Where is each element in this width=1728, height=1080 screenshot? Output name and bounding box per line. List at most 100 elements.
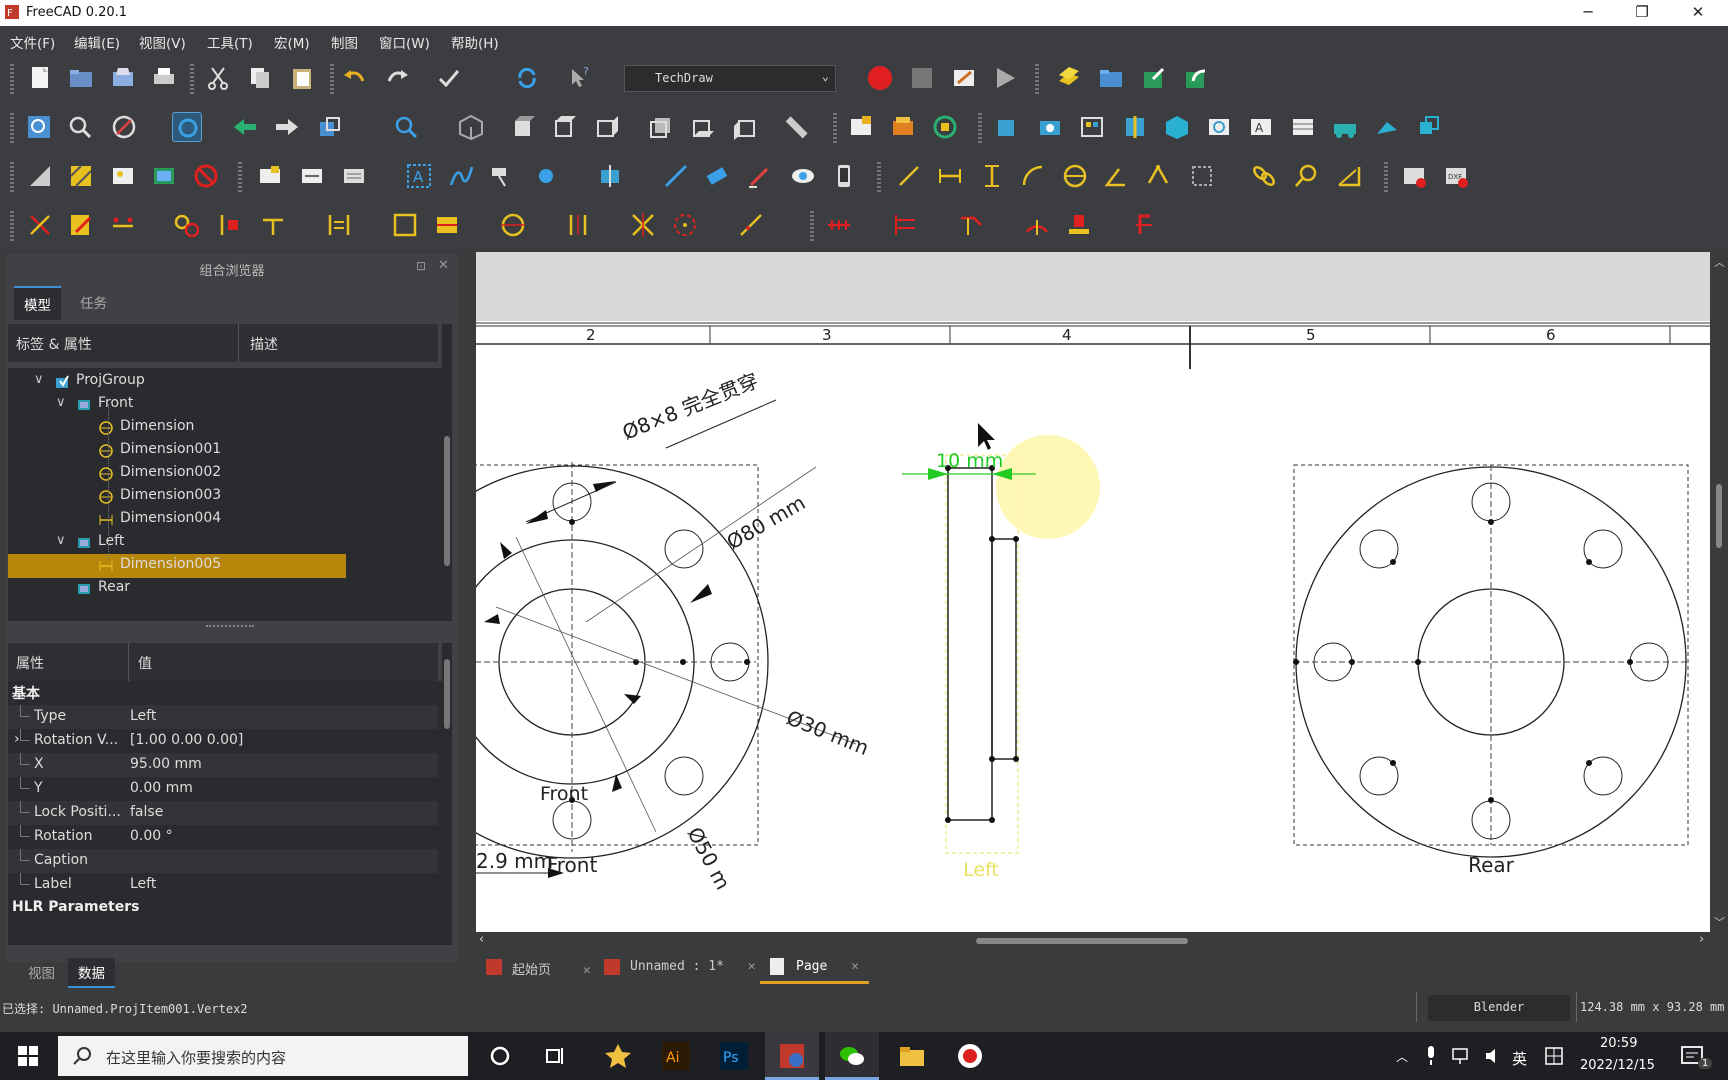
vertical-dimension-icon[interactable] — [977, 161, 1007, 191]
property-value[interactable]: Left — [130, 708, 156, 724]
close-tab-icon[interactable]: ✕ — [851, 959, 859, 974]
face-center-icon[interactable] — [214, 210, 244, 240]
tree-item[interactable]: Dimension005 — [8, 554, 346, 578]
new-page-icon[interactable] — [846, 112, 876, 142]
line-icon[interactable] — [661, 161, 691, 191]
export-icon[interactable] — [1139, 63, 1169, 93]
app-star-icon[interactable] — [604, 1042, 632, 1070]
drawing-canvas[interactable]: 2 3 4 5 6 Front Ø8×8 完全贯穿 Ø80 mm Ø30 mm … — [476, 252, 1710, 932]
menu-help[interactable]: 帮助(H) — [451, 32, 499, 52]
taskbar-active-app[interactable] — [765, 1032, 819, 1080]
link-view-icon[interactable] — [315, 112, 345, 142]
spline-icon[interactable] — [446, 161, 476, 191]
tab-view[interactable]: 视图 — [18, 958, 65, 986]
tab-unnamed-document[interactable]: Unnamed : 1* ✕ — [594, 950, 766, 984]
isometric-view-icon[interactable] — [456, 112, 486, 142]
menu-macro[interactable]: 宏(M) — [274, 32, 310, 52]
toolbar-grip[interactable] — [330, 64, 334, 94]
share-export-icon[interactable] — [1181, 63, 1211, 93]
expand-toggle-icon[interactable]: ∨ — [34, 372, 44, 387]
toolbar-grip[interactable] — [1384, 162, 1388, 192]
menu-window[interactable]: 窗口(W) — [379, 32, 430, 52]
bounding-box-icon[interactable] — [172, 112, 202, 142]
tree-scrollbar[interactable] — [442, 324, 452, 621]
chain-dimension-icon[interactable] — [824, 210, 854, 240]
open-folder-icon[interactable] — [66, 63, 96, 93]
tree-item[interactable]: Dimension004 — [8, 508, 438, 532]
link-dimension-icon[interactable] — [1249, 161, 1279, 191]
folder-open-icon[interactable] — [1096, 63, 1126, 93]
property-scroll-thumb[interactable] — [444, 659, 450, 729]
arc-length-icon[interactable] — [1022, 210, 1052, 240]
tree-item[interactable]: Rear — [8, 577, 438, 601]
scroll-right-icon[interactable]: › — [1699, 932, 1704, 947]
d80-dimension-label[interactable]: Ø80 mm — [723, 490, 810, 554]
splitter-handle[interactable] — [206, 625, 254, 629]
rich-text-icon[interactable] — [339, 161, 369, 191]
tab-start-page[interactable]: 起始页 ✕ — [476, 950, 601, 984]
expand-toggle-icon[interactable]: ∨ — [56, 533, 66, 548]
property-row[interactable]: X 95.00 mm — [8, 753, 438, 777]
geometric-hatch-icon[interactable] — [66, 161, 96, 191]
length-dimension-icon[interactable] — [894, 161, 924, 191]
menu-drawing[interactable]: 制图 — [331, 32, 358, 52]
expand-toggle-icon[interactable]: ∨ — [56, 395, 66, 410]
scroll-left-icon[interactable]: ‹ — [479, 932, 484, 947]
scroll-up-icon[interactable]: ︿ — [1714, 254, 1725, 270]
horizontal-scroll-thumb[interactable] — [976, 938, 1188, 944]
leader-line-icon[interactable] — [297, 161, 327, 191]
menu-file[interactable]: 文件(F) — [10, 32, 55, 52]
close-icon[interactable]: ✕ — [438, 258, 449, 273]
eraser-icon[interactable] — [702, 161, 732, 191]
export-svg-icon[interactable] — [1399, 161, 1429, 191]
draft-view-icon[interactable]: A — [1246, 112, 1276, 142]
tray-expand-icon[interactable]: ︿ — [1396, 1048, 1408, 1065]
cosmetic-vertex-icon[interactable] — [25, 210, 55, 240]
stamp-icon[interactable] — [1064, 210, 1094, 240]
extent-dimension-icon[interactable] — [1187, 161, 1217, 191]
diagonal-line-icon[interactable] — [736, 210, 766, 240]
detail-view-icon[interactable] — [1204, 112, 1234, 142]
property-row[interactable]: Rotation 0.00 ° — [8, 825, 438, 849]
star-vertex-icon[interactable] — [628, 210, 658, 240]
whats-this-icon[interactable]: ? — [564, 63, 594, 93]
rear-view-icon[interactable] — [646, 112, 676, 142]
midpoint-icon[interactable] — [108, 210, 138, 240]
top-view-icon[interactable] — [550, 112, 580, 142]
clock-time[interactable]: 20:59 — [1600, 1036, 1637, 1051]
redraw-page-icon[interactable] — [930, 112, 960, 142]
tab-model[interactable]: 模型 — [14, 286, 61, 320]
horizontal-scrollbar[interactable]: ‹ › — [476, 932, 1728, 950]
hatch-icon[interactable] — [25, 161, 55, 191]
annotation-icon[interactable] — [255, 161, 285, 191]
balloon-icon[interactable] — [531, 161, 561, 191]
new-template-page-icon[interactable] — [888, 112, 918, 142]
network-icon[interactable] — [1452, 1046, 1472, 1066]
property-scrollbar[interactable] — [442, 643, 452, 945]
tree-item[interactable]: Dimension001 — [8, 439, 438, 463]
vertical-scrollbar[interactable]: ︿ ﹀ — [1710, 252, 1728, 932]
table-insert-icon[interactable] — [432, 210, 462, 240]
float-icon[interactable]: ⊡ — [416, 259, 426, 273]
paste-icon[interactable] — [287, 63, 317, 93]
workbench-select[interactable]: TechDraw ⌄ — [624, 65, 836, 92]
rear-view[interactable]: Rear — [1293, 464, 1689, 877]
toolbar-grip[interactable] — [190, 64, 194, 94]
projection-group-icon[interactable] — [1077, 112, 1107, 142]
tree-scroll-thumb[interactable] — [444, 436, 450, 566]
property-value[interactable]: 95.00 mm — [130, 756, 202, 772]
clock-date[interactable]: 2022/12/15 — [1580, 1058, 1655, 1073]
page-insert-icon[interactable] — [1054, 63, 1084, 93]
taskbar-wechat[interactable] — [825, 1032, 879, 1080]
property-value[interactable]: 0.00 ° — [130, 828, 173, 844]
menu-view[interactable]: 视图(V) — [139, 32, 186, 52]
landmark-dimension-icon[interactable] — [1291, 161, 1321, 191]
tree-item[interactable]: Dimension003 — [8, 485, 438, 509]
zoom-in-icon[interactable] — [391, 112, 421, 142]
file-explorer-icon[interactable] — [898, 1042, 926, 1070]
three-point-angle-icon[interactable] — [1143, 161, 1173, 191]
radius-dimension-icon[interactable] — [1018, 161, 1048, 191]
left-view[interactable]: 10 mm Left — [902, 423, 1100, 881]
save-icon[interactable] — [108, 63, 138, 93]
cut-icon[interactable] — [203, 63, 233, 93]
